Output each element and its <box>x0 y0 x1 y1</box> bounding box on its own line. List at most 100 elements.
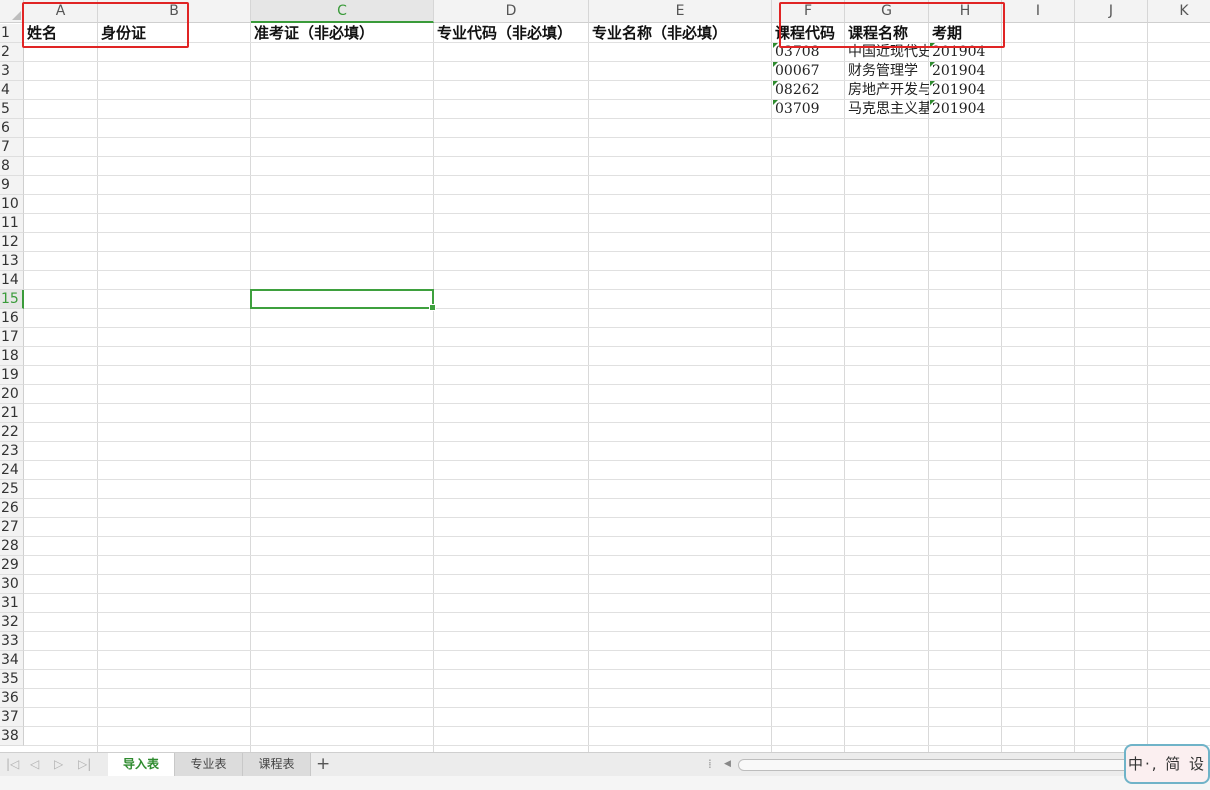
row-header-5[interactable]: 5 <box>0 100 24 119</box>
row-header-36[interactable]: 36 <box>0 689 24 708</box>
ime-toolbar[interactable]: 中·, 简 设 <box>1124 744 1210 784</box>
cell-f3[interactable]: 00067 <box>772 62 845 81</box>
cell-g4[interactable]: 房地产开发与经营 <box>845 81 929 100</box>
cell-c1[interactable]: 准考证（非必填） <box>251 24 434 43</box>
tab-course-sheet[interactable]: 课程表 <box>243 753 311 776</box>
tab-major-sheet[interactable]: 专业表 <box>175 753 243 776</box>
row-header-16[interactable]: 16 <box>0 309 24 328</box>
row-header-2[interactable]: 2 <box>0 43 24 62</box>
grid-line <box>24 707 1210 708</box>
prev-sheet-icon[interactable]: ◁ <box>30 757 39 771</box>
grid-line <box>24 61 1210 62</box>
column-header-e[interactable]: E <box>589 0 772 23</box>
row-header-38[interactable]: 38 <box>0 727 24 746</box>
first-sheet-icon[interactable]: |◁ <box>6 757 19 771</box>
row-header-27[interactable]: 27 <box>0 518 24 537</box>
grid-line <box>24 99 1210 100</box>
cell-d1[interactable]: 专业代码（非必填） <box>434 24 594 43</box>
row-header-32[interactable]: 32 <box>0 613 24 632</box>
column-header-k[interactable]: K <box>1148 0 1210 23</box>
tab-import-sheet[interactable]: 导入表 <box>108 753 175 776</box>
column-header-d[interactable]: D <box>434 0 589 23</box>
grid-line <box>1001 23 1002 752</box>
row-header-37[interactable]: 37 <box>0 708 24 727</box>
row-header-9[interactable]: 9 <box>0 176 24 195</box>
grid-line <box>24 422 1210 423</box>
row-header-29[interactable]: 29 <box>0 556 24 575</box>
row-header-14[interactable]: 14 <box>0 271 24 290</box>
grid-line <box>24 384 1210 385</box>
row-header-28[interactable]: 28 <box>0 537 24 556</box>
row-header-1[interactable]: 1 <box>0 24 24 43</box>
row-header-3[interactable]: 3 <box>0 62 24 81</box>
grid-line <box>24 156 1210 157</box>
row-header-15[interactable]: 15 <box>0 290 24 309</box>
row-header-12[interactable]: 12 <box>0 233 24 252</box>
row-header-24[interactable]: 24 <box>0 461 24 480</box>
row-header-17[interactable]: 17 <box>0 328 24 347</box>
row-header-11[interactable]: 11 <box>0 214 24 233</box>
row-header-31[interactable]: 31 <box>0 594 24 613</box>
grid-line <box>928 23 929 752</box>
cell-h5[interactable]: 201904 <box>929 100 1002 119</box>
row-header-18[interactable]: 18 <box>0 347 24 366</box>
row-header-19[interactable]: 19 <box>0 366 24 385</box>
row-header-35[interactable]: 35 <box>0 670 24 689</box>
grid-line <box>24 650 1210 651</box>
grid-line <box>24 460 1210 461</box>
grid-line <box>24 574 1210 575</box>
row-header-8[interactable]: 8 <box>0 157 24 176</box>
grid-line <box>24 175 1210 176</box>
column-header-c[interactable]: C <box>251 0 434 23</box>
cell-f5[interactable]: 03709 <box>772 100 845 119</box>
cell-g5[interactable]: 马克思主义基本原理概论 <box>845 100 929 119</box>
cell-h3[interactable]: 201904 <box>929 62 1002 81</box>
column-header-i[interactable]: I <box>1002 0 1075 23</box>
add-sheet-button[interactable]: + <box>316 754 330 774</box>
grid-line <box>24 726 1210 727</box>
grid-line <box>1147 23 1148 752</box>
grid-line <box>24 270 1210 271</box>
grid-line <box>433 23 434 752</box>
row-header-34[interactable]: 34 <box>0 651 24 670</box>
grid-line <box>24 118 1210 119</box>
row-header-25[interactable]: 25 <box>0 480 24 499</box>
select-all-corner[interactable] <box>0 0 24 23</box>
horizontal-scrollbar[interactable] <box>738 759 1130 771</box>
row-header-7[interactable]: 7 <box>0 138 24 157</box>
annotation-box-left <box>22 2 189 48</box>
cell-e1[interactable]: 专业名称（非必填） <box>589 24 772 43</box>
next-sheet-icon[interactable]: ▷ <box>54 757 63 771</box>
scroll-left-icon[interactable]: ◀ <box>724 759 731 769</box>
row-header-26[interactable]: 26 <box>0 499 24 518</box>
cell-h4[interactable]: 201904 <box>929 81 1002 100</box>
row-header-13[interactable]: 13 <box>0 252 24 271</box>
row-header-6[interactable]: 6 <box>0 119 24 138</box>
cell-g3[interactable]: 财务管理学 <box>845 62 929 81</box>
row-header-23[interactable]: 23 <box>0 442 24 461</box>
grid-line <box>24 346 1210 347</box>
cell-f4[interactable]: 08262 <box>772 81 845 100</box>
grid-line <box>24 251 1210 252</box>
row-header-4[interactable]: 4 <box>0 81 24 100</box>
row-header-10[interactable]: 10 <box>0 195 24 214</box>
active-cell-c15[interactable] <box>250 289 436 311</box>
spreadsheet-grid: A B C D E F G H I J K 1 2 3 4 5 6 7 8 9 10 11 12 13 1… <box>0 0 1210 752</box>
grid-line <box>24 137 1210 138</box>
last-sheet-icon[interactable]: ▷| <box>78 757 91 771</box>
grid-line <box>24 232 1210 233</box>
row-header-33[interactable]: 33 <box>0 632 24 651</box>
column-header-j[interactable]: J <box>1075 0 1148 23</box>
row-header-22[interactable]: 22 <box>0 423 24 442</box>
scroll-split-handle[interactable]: ⁞ <box>708 757 712 771</box>
grid-line <box>24 80 1210 81</box>
grid-line <box>588 23 589 752</box>
grid-line <box>1074 23 1075 752</box>
annotation-box-right <box>779 2 1005 48</box>
row-header-20[interactable]: 20 <box>0 385 24 404</box>
row-header-30[interactable]: 30 <box>0 575 24 594</box>
row-header-21[interactable]: 21 <box>0 404 24 423</box>
grid-line <box>97 23 98 752</box>
grid-line <box>24 536 1210 537</box>
grid-line <box>24 593 1210 594</box>
